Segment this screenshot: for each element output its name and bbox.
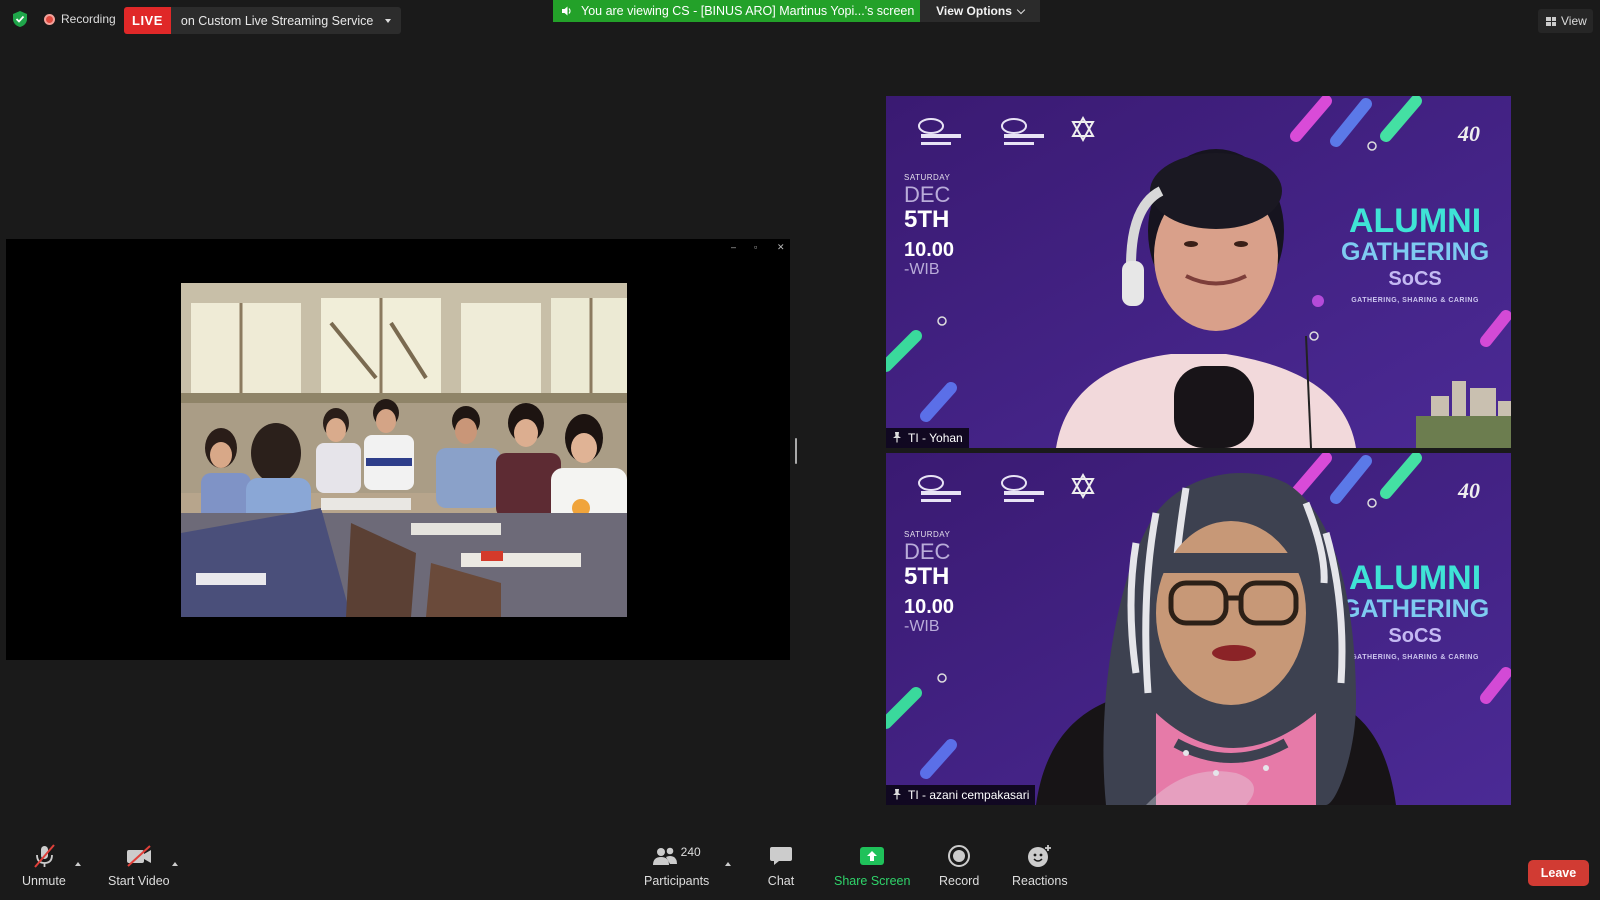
people-icon — [652, 847, 677, 865]
participants-count: 240 — [680, 845, 701, 859]
participants-icon-wrap: 240 — [647, 842, 707, 870]
smiley-add-icon — [1025, 842, 1055, 870]
video-tile-yohan[interactable]: 40 SATURDAY DEC 5TH 10.00 -WIB ALUMNI GA… — [886, 96, 1511, 448]
participant-name: TI - Yohan — [908, 431, 963, 445]
speaker-icon — [561, 5, 573, 17]
share-screen-label: Share Screen — [834, 874, 911, 888]
participant-name-tag: TI - Yohan — [886, 428, 969, 448]
security-shield-icon[interactable] — [12, 10, 28, 28]
participant-azani-video — [1036, 473, 1396, 805]
start-video-label: Start Video — [108, 874, 170, 888]
participant-yohan-video — [1056, 149, 1511, 448]
viewing-screen-banner: You are viewing CS - [BINUS ARO] Martinu… — [553, 0, 920, 22]
record-button[interactable]: Record — [939, 842, 979, 888]
viewing-banner-text: You are viewing CS - [BINUS ARO] Martinu… — [581, 4, 915, 18]
recording-indicator[interactable]: Recording — [44, 12, 116, 26]
caret-down-icon — [385, 18, 392, 23]
view-label: View — [1561, 14, 1587, 28]
share-screen-button[interactable]: Share Screen — [834, 842, 910, 888]
meeting-toolbar: Unmute Start Video 240 Participants Chat — [0, 842, 1600, 900]
chat-label: Chat — [767, 874, 795, 888]
view-options-button[interactable]: View Options — [920, 0, 1040, 22]
chat-button[interactable]: Chat — [766, 842, 796, 888]
record-dot-icon — [44, 13, 55, 25]
unmute-label: Unmute — [22, 874, 66, 888]
recording-label: Recording — [61, 12, 116, 26]
participants-button[interactable]: 240 Participants — [644, 842, 709, 888]
classroom-photo — [181, 283, 627, 617]
record-icon — [944, 842, 974, 870]
shared-screen[interactable]: – ▫ ✕ — [6, 239, 790, 660]
share-screen-icon — [857, 842, 887, 870]
live-badge: LIVE — [124, 7, 171, 34]
muted-microphone-icon — [29, 842, 59, 870]
participant-name-tag: TI - azani cempakasari — [886, 785, 1036, 805]
live-service-label: on Custom Live Streaming Service — [180, 13, 374, 28]
grid-view-icon — [1546, 16, 1556, 26]
zoom-meeting-window: Recording LIVE on Custom Live Streaming … — [0, 0, 1600, 900]
participant-name: TI - azani cempakasari — [908, 788, 1030, 802]
pin-icon — [892, 788, 902, 803]
panel-resize-handle[interactable] — [795, 438, 797, 464]
unmute-button[interactable]: Unmute — [22, 842, 66, 888]
pin-icon — [892, 431, 902, 446]
close-icon[interactable]: ✕ — [777, 242, 785, 253]
reactions-label: Reactions — [1012, 874, 1068, 888]
participants-label: Participants — [644, 874, 710, 888]
audio-options-caret-icon[interactable] — [75, 862, 81, 866]
leave-button[interactable]: Leave — [1528, 860, 1589, 886]
restore-icon[interactable]: ▫ — [754, 242, 757, 252]
video-off-icon — [124, 842, 154, 870]
view-options-label: View Options — [936, 4, 1012, 18]
live-service-wrap: on Custom Live Streaming Service — [171, 7, 401, 34]
participants-options-caret-icon[interactable] — [725, 862, 731, 866]
chat-bubble-icon — [766, 842, 796, 870]
minimize-icon[interactable]: – — [731, 242, 736, 252]
record-label: Record — [939, 874, 980, 888]
start-video-button[interactable]: Start Video — [108, 842, 170, 888]
view-layout-button[interactable]: View — [1538, 9, 1593, 33]
video-tile-azani[interactable]: 40 SATURDAY DEC 5TH 10.00 -WIB ALUMNI GA… — [886, 453, 1511, 805]
live-stream-dropdown[interactable]: LIVE on Custom Live Streaming Service — [124, 7, 402, 34]
reactions-button[interactable]: Reactions — [1012, 842, 1068, 888]
video-options-caret-icon[interactable] — [172, 862, 178, 866]
chevron-down-icon — [1016, 5, 1026, 14]
